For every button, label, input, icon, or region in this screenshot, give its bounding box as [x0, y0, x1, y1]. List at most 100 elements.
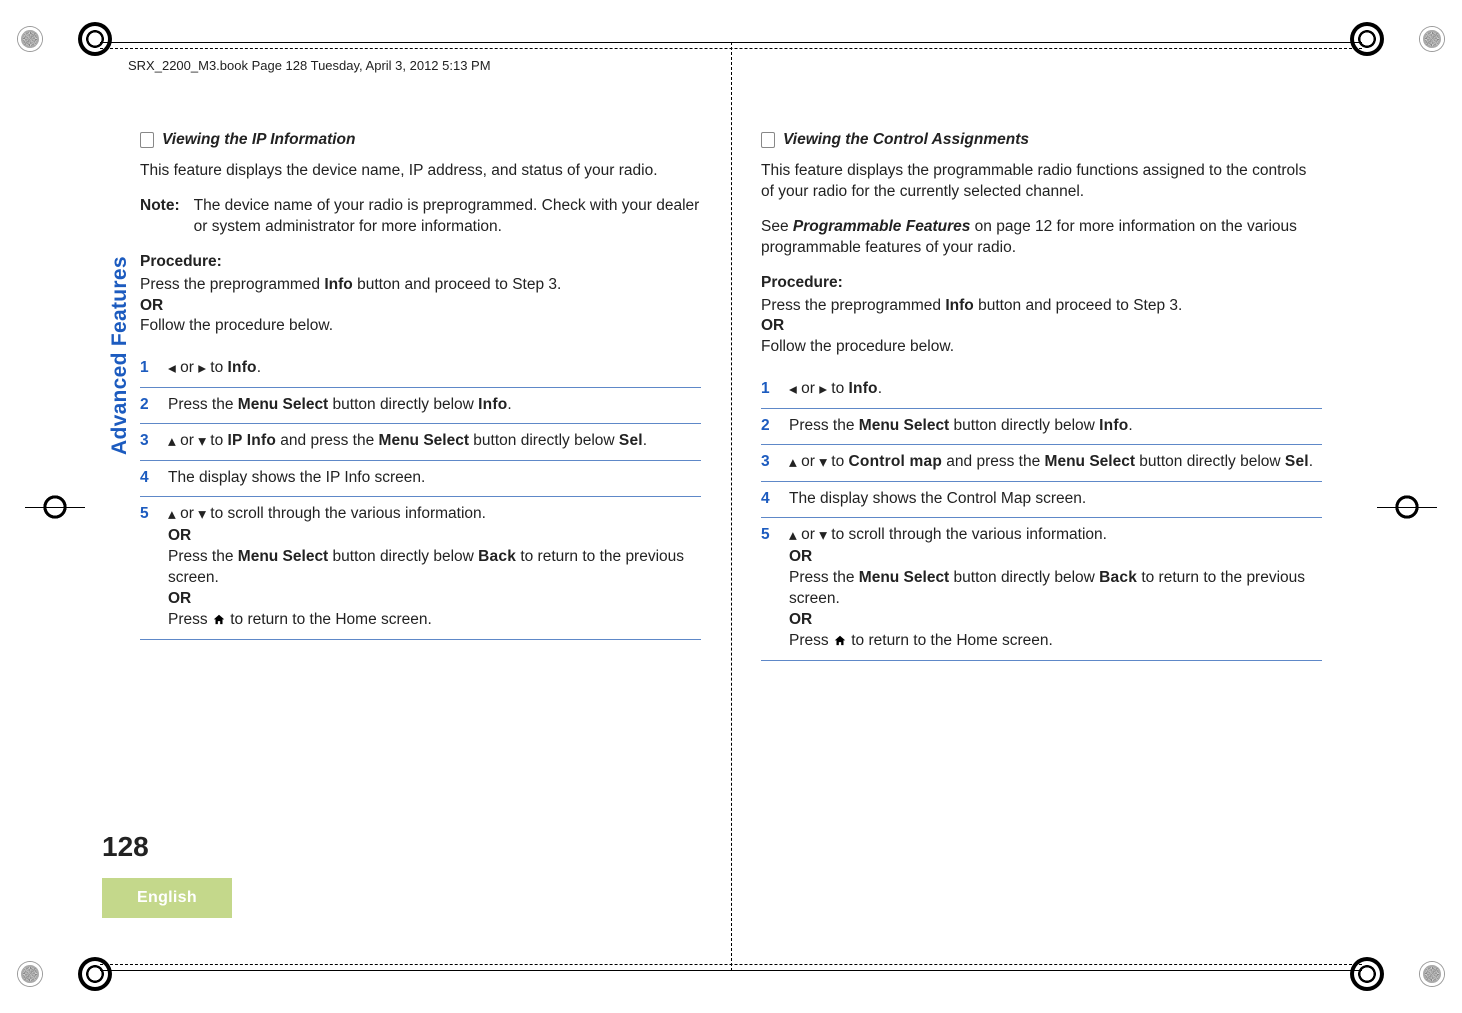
text: or — [797, 453, 819, 470]
print-mark-right — [1390, 490, 1424, 524]
or-label: OR — [761, 316, 1322, 337]
text: Press the — [168, 548, 238, 565]
section-title-left: Viewing the IP Information — [162, 130, 355, 151]
text: . — [1309, 453, 1313, 470]
text: Press the — [168, 396, 238, 413]
step-body: Press the Menu Select button directly be… — [789, 416, 1322, 437]
book-icon — [140, 132, 154, 148]
step-1: 1 or to Info. — [140, 351, 701, 388]
text: and press the — [942, 453, 1045, 470]
steps-right: 1 or to Info. 2 Press the Menu Select bu… — [761, 372, 1322, 660]
text: to return to the Home screen. — [847, 632, 1053, 649]
step-number: 5 — [761, 525, 775, 653]
menu-text: Info — [228, 359, 257, 376]
steps-left: 1 or to Info. 2 Press the Menu Select bu… — [140, 351, 701, 639]
step-number: 4 — [140, 468, 154, 489]
menu-text: Back — [1099, 569, 1137, 586]
home-icon — [212, 611, 226, 632]
or-label: OR — [168, 590, 191, 607]
step-number: 3 — [140, 431, 154, 453]
print-mark-bottom-right — [1350, 957, 1444, 991]
step-5: 5 or to scroll through the various infor… — [140, 497, 701, 640]
intro-left: This feature displays the device name, I… — [140, 161, 701, 182]
step-body: or to scroll through the various informa… — [168, 504, 701, 632]
text: or — [797, 526, 819, 543]
text: button directly below — [949, 569, 1099, 586]
step-number: 2 — [140, 395, 154, 416]
text-bold: Menu Select — [238, 548, 328, 565]
page-header: SRX_2200_M3.book Page 128 Tuesday, April… — [128, 58, 491, 73]
see-reference: See Programmable Features on page 12 for… — [761, 217, 1322, 259]
step-body: or to Info. — [168, 358, 701, 380]
up-arrow-icon — [168, 432, 176, 453]
text-bold-italic: Programmable Features — [793, 218, 970, 235]
step-5: 5 or to scroll through the various infor… — [761, 518, 1322, 661]
text: to scroll through the various informatio… — [827, 526, 1107, 543]
print-mark-top-left — [18, 22, 112, 56]
step-body: or to scroll through the various informa… — [789, 525, 1322, 653]
home-icon — [833, 632, 847, 653]
text: button directly below — [1135, 453, 1285, 470]
language-tab: English — [102, 878, 232, 918]
step-3: 3 or to IP Info and press the Menu Selec… — [140, 424, 701, 461]
down-arrow-icon — [819, 526, 827, 547]
procedure-label-right: Procedure: — [761, 273, 1322, 294]
step-number: 1 — [140, 358, 154, 380]
step-2: 2 Press the Menu Select button directly … — [761, 409, 1322, 445]
step-number: 1 — [761, 379, 775, 401]
intro-right: This feature displays the programmable r… — [761, 161, 1322, 203]
book-icon — [761, 132, 775, 148]
procedure-label-left: Procedure: — [140, 252, 701, 273]
or-label: OR — [789, 548, 812, 565]
text: Press the — [789, 417, 859, 434]
text-bold: Menu Select — [379, 432, 469, 449]
section-heading-right: Viewing the Control Assignments — [761, 130, 1322, 151]
text-bold: Menu Select — [238, 396, 328, 413]
step-number: 4 — [761, 489, 775, 510]
step-body: or to Info. — [789, 379, 1322, 401]
text: Press the preprogrammed — [140, 276, 324, 293]
text: See — [761, 218, 793, 235]
text: to — [827, 380, 849, 397]
left-arrow-icon — [168, 359, 176, 380]
step-number: 3 — [761, 452, 775, 474]
step-3: 3 or to Control map and press the Menu S… — [761, 445, 1322, 482]
text: . — [1128, 417, 1132, 434]
text: or — [176, 432, 198, 449]
text: button directly below — [328, 396, 478, 413]
text: Press the — [789, 569, 859, 586]
print-mark-left — [38, 490, 72, 524]
note-text: The device name of your radio is preprog… — [194, 196, 701, 238]
section-heading-left: Viewing the IP Information — [140, 130, 701, 151]
text: button and proceed to Step 3. — [353, 276, 562, 293]
menu-text: Info — [1099, 417, 1128, 434]
text-bold: Menu Select — [859, 569, 949, 586]
up-arrow-icon — [168, 505, 176, 526]
text: . — [643, 432, 647, 449]
text: or — [176, 359, 198, 376]
step-2: 2 Press the Menu Select button directly … — [140, 388, 701, 424]
text: button and proceed to Step 3. — [974, 297, 1183, 314]
note-row: Note: The device name of your radio is p… — [140, 196, 701, 238]
text: . — [257, 359, 261, 376]
text: or — [797, 380, 819, 397]
text: button directly below — [469, 432, 619, 449]
step-1: 1 or to Info. — [761, 372, 1322, 409]
procedure-preamble-left: Press the preprogrammed Info button and … — [140, 275, 701, 296]
text: and press the — [276, 432, 379, 449]
text: to return to the Home screen. — [226, 611, 432, 628]
step-4: 4 The display shows the Control Map scre… — [761, 482, 1322, 518]
text: to — [206, 432, 228, 449]
content-area: Viewing the IP Information This feature … — [140, 130, 1322, 863]
step-body: The display shows the IP Info screen. — [168, 468, 701, 489]
text: button directly below — [328, 548, 478, 565]
menu-text: Control map — [849, 453, 942, 470]
down-arrow-icon — [819, 453, 827, 474]
or-label: OR — [140, 296, 701, 317]
text: . — [507, 396, 511, 413]
left-arrow-icon — [789, 380, 797, 401]
text: . — [878, 380, 882, 397]
text-bold: Menu Select — [1045, 453, 1135, 470]
step-number: 2 — [761, 416, 775, 437]
text: Press — [789, 632, 833, 649]
